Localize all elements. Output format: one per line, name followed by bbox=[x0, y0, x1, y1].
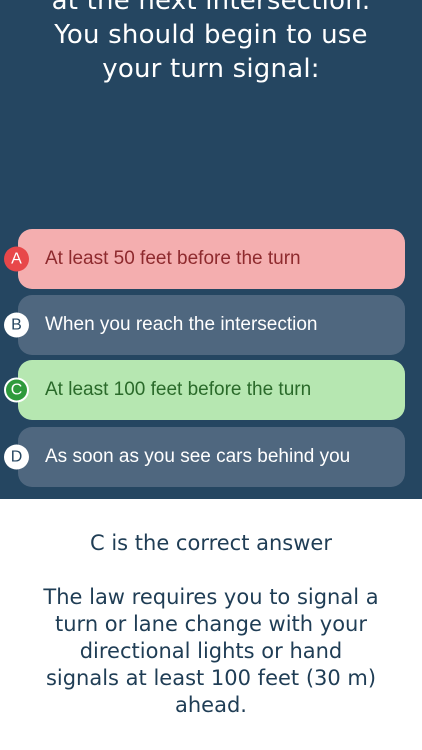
explanation-line: ahead. bbox=[175, 693, 247, 717]
option-label-d: As soon as you see cars behind you bbox=[45, 446, 351, 467]
option-letter-badge-c: C bbox=[4, 377, 29, 403]
option-letter-badge-d: D bbox=[4, 444, 29, 470]
answer-option-d[interactable]: D As soon as you see cars behind you bbox=[4, 427, 405, 487]
explanation-line: directional lights or hand bbox=[79, 639, 343, 663]
option-label-a: At least 50 feet before the turn bbox=[45, 248, 301, 269]
answer-option-b[interactable]: B When you reach the intersection bbox=[4, 295, 405, 355]
option-label-b: When you reach the intersection bbox=[45, 314, 318, 335]
question-panel: at the next intersection. You should beg… bbox=[0, 0, 422, 499]
question-line: You should begin to use bbox=[54, 20, 368, 50]
option-letter-badge-b: B bbox=[4, 312, 29, 338]
explanation-text: The law requires you to signal a turn or… bbox=[20, 584, 402, 719]
question-line: your turn signal: bbox=[102, 54, 320, 84]
answer-option-c[interactable]: C At least 100 feet before the turn bbox=[4, 360, 405, 420]
option-letter-badge-a: A bbox=[4, 246, 29, 272]
question-line: at the next intersection. bbox=[51, 0, 371, 16]
explanation-line: The law requires you to signal a bbox=[43, 585, 379, 609]
explanation-line: signals at least 100 feet (30 m) bbox=[45, 666, 377, 690]
question-text: at the next intersection. You should beg… bbox=[0, 0, 422, 86]
explanation-line: turn or lane change with your bbox=[55, 612, 367, 636]
answer-option-a[interactable]: A At least 50 feet before the turn bbox=[4, 229, 405, 289]
option-label-c: At least 100 feet before the turn bbox=[45, 379, 312, 400]
answer-explanation-panel: C is the correct answer The law requires… bbox=[0, 499, 422, 750]
correct-answer-headline: C is the correct answer bbox=[90, 531, 332, 555]
